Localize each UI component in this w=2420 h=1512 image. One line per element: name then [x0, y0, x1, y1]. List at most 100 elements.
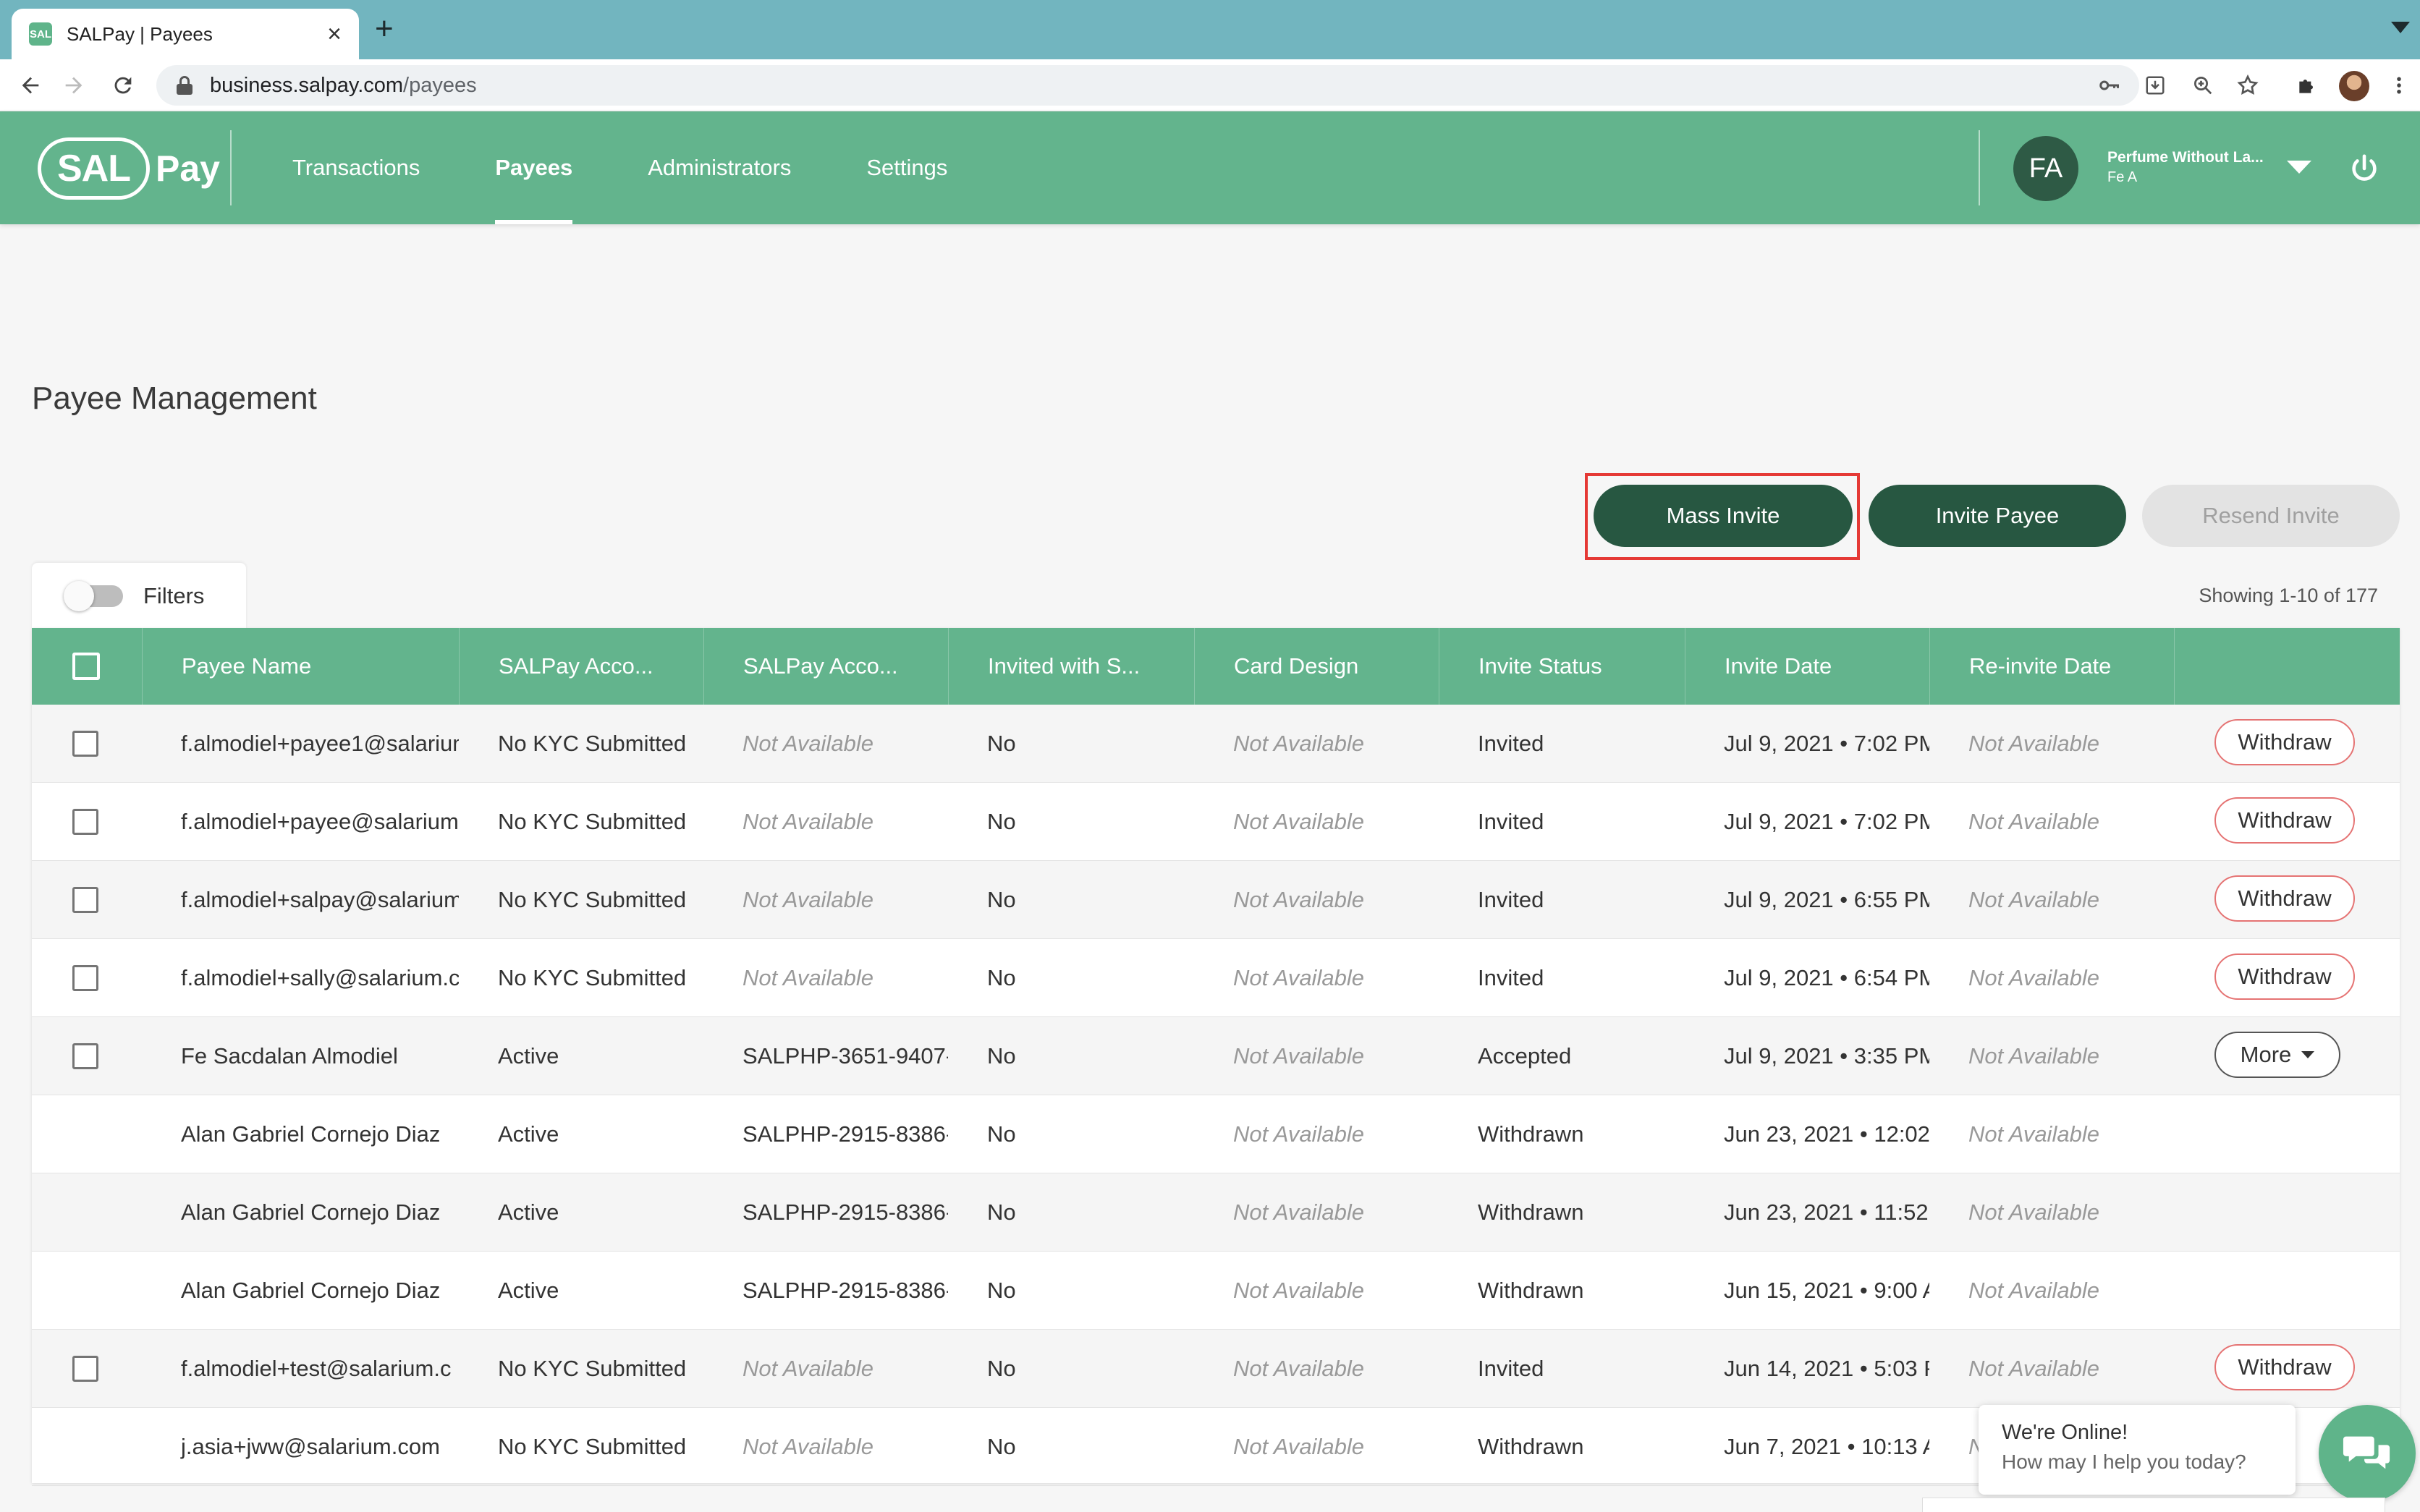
salpay-logo[interactable]: SAL Pay	[38, 137, 220, 200]
close-icon[interactable]: ×	[327, 22, 342, 46]
user-avatar[interactable]: FA	[2013, 136, 2078, 201]
column-header-salpay-account-number[interactable]: SALPay Acco...	[703, 628, 948, 705]
invite-payee-button[interactable]: Invite Payee	[1869, 485, 2126, 547]
browser-menu-icon[interactable]	[2388, 72, 2410, 98]
browser-tab[interactable]: SAL SALPay | Payees ×	[12, 9, 359, 59]
reload-icon[interactable]	[106, 68, 140, 103]
table-row[interactable]: f.almodiel+salpay@salarium No KYC Submitt…	[32, 861, 2400, 939]
cell-account-status: No KYC Submitted	[498, 1434, 687, 1459]
table-row[interactable]: Alan Gabriel Cornejo Diaz Active SALPHP-29…	[32, 1252, 2400, 1330]
nav-administrators[interactable]: Administrators	[648, 111, 791, 224]
main-nav: Transactions Payees Administrators Setti…	[292, 111, 1023, 224]
cell-account-status: No KYC Submitted	[498, 809, 687, 834]
withdraw-button[interactable]: Withdraw	[2214, 797, 2355, 844]
table-row[interactable]: f.almodiel+payee1@salarium No KYC Submitt…	[32, 705, 2400, 783]
table-row[interactable]: Alan Gabriel Cornejo Diaz Active SALPHP-29…	[32, 1095, 2400, 1173]
cell-invite-date: Jun 23, 2021 • 12:02	[1724, 1121, 1929, 1147]
cell-account-number: Not Available	[742, 809, 873, 834]
withdraw-button[interactable]: Withdraw	[2214, 954, 2355, 1000]
cell-invited-with: No	[987, 965, 1016, 990]
row-checkbox[interactable]	[72, 731, 98, 757]
cell-card-design: Not Available	[1233, 1356, 1364, 1381]
browser-toolbar: business.salpay.com/payees	[0, 59, 2420, 111]
withdraw-button[interactable]: Withdraw	[2214, 719, 2355, 765]
cell-invite-date: Jun 23, 2021 • 11:52	[1724, 1199, 1929, 1225]
column-header-reinvite-date[interactable]: Re-invite Date	[1929, 628, 2174, 705]
row-checkbox[interactable]	[72, 887, 98, 913]
select-all-checkbox[interactable]	[72, 653, 100, 680]
withdraw-button[interactable]: Withdraw	[2214, 1344, 2355, 1390]
cell-invite-status: Invited	[1478, 887, 1544, 912]
cell-card-design: Not Available	[1233, 1199, 1364, 1225]
cell-invite-status: Withdrawn	[1478, 1278, 1584, 1303]
bookmark-star-icon[interactable]	[2235, 72, 2261, 98]
power-logout-icon[interactable]	[2348, 152, 2381, 185]
column-header-salpay-account-status[interactable]: SALPay Acco...	[459, 628, 703, 705]
back-arrow-icon[interactable]	[13, 68, 48, 103]
cell-account-number: Not Available	[742, 1434, 873, 1459]
tab-search-chevron-icon[interactable]	[2391, 22, 2410, 33]
address-bar[interactable]: business.salpay.com/payees	[156, 65, 2139, 106]
cell-invite-date: Jul 9, 2021 • 6:54 PM	[1724, 965, 1929, 990]
cell-invite-date: Jun 14, 2021 • 5:03 P	[1724, 1356, 1929, 1381]
org-name[interactable]: Perfume Without La...	[2107, 149, 2264, 166]
forward-arrow-icon[interactable]	[56, 68, 91, 103]
nav-settings[interactable]: Settings	[866, 111, 947, 224]
user-name: Fe A	[2107, 169, 2138, 185]
profile-avatar-icon[interactable]	[2339, 71, 2369, 101]
cell-invited-with: No	[987, 1434, 1016, 1459]
table-row[interactable]: f.almodiel+payee@salarium No KYC Submitte…	[32, 783, 2400, 861]
column-header-invited-with[interactable]: Invited with S...	[948, 628, 1194, 705]
cell-reinvite-date: Not Available	[1968, 1121, 2099, 1147]
withdraw-button[interactable]: Withdraw	[2214, 875, 2355, 922]
table-row[interactable]: Fe Sacdalan Almodiel Active SALPHP-3651-94…	[32, 1017, 2400, 1095]
cell-account-status: Active	[498, 1278, 559, 1303]
filters-toggle[interactable]	[64, 581, 123, 611]
new-tab-plus-icon[interactable]: +	[375, 13, 394, 45]
row-checkbox[interactable]	[72, 965, 98, 991]
cell-account-status: No KYC Submitted	[498, 965, 687, 990]
row-checkbox[interactable]	[72, 1356, 98, 1382]
more-button[interactable]: More	[2214, 1032, 2340, 1078]
logo-pay-text: Pay	[156, 148, 220, 189]
header-divider-right	[1979, 130, 1980, 205]
cell-reinvite-date: Not Available	[1968, 1356, 2099, 1381]
lock-icon[interactable]	[177, 76, 192, 95]
browser-tab-bar: SAL SALPay | Payees × +	[0, 0, 2420, 59]
row-checkbox[interactable]	[72, 1043, 98, 1069]
column-header-card-design[interactable]: Card Design	[1194, 628, 1439, 705]
cell-payee-name: f.almodiel+payee1@salarium	[181, 731, 459, 756]
cell-account-number: SALPHP-2915-8386-	[742, 1121, 948, 1147]
column-header-payee-name[interactable]: Payee Name	[142, 628, 459, 705]
install-app-icon[interactable]	[2142, 72, 2168, 98]
cell-invite-status: Withdrawn	[1478, 1434, 1584, 1459]
filters-tab[interactable]: Filters	[32, 563, 246, 629]
nav-transactions[interactable]: Transactions	[292, 111, 420, 224]
mass-invite-button[interactable]: Mass Invite	[1594, 485, 1853, 547]
cell-account-number: SALPHP-2915-8386-	[742, 1278, 948, 1303]
chat-greeting-bubble[interactable]: We're Online! How may I help you today?	[1979, 1405, 2296, 1495]
cell-reinvite-date: Not Available	[1968, 809, 2099, 834]
chat-launcher-button[interactable]	[2319, 1405, 2416, 1502]
cell-invited-with: No	[987, 1278, 1016, 1303]
column-header-invite-status[interactable]: Invite Status	[1439, 628, 1685, 705]
cell-invite-date: Jun 7, 2021 • 10:13 A	[1724, 1434, 1929, 1459]
cell-invited-with: No	[987, 731, 1016, 756]
table-row[interactable]: f.almodiel+test@salarium.c No KYC Submitt…	[32, 1330, 2400, 1408]
nav-payees[interactable]: Payees	[495, 111, 572, 224]
cell-invite-status: Withdrawn	[1478, 1121, 1584, 1147]
resend-invite-button[interactable]: Resend Invite	[2142, 485, 2400, 547]
org-dropdown-chevron-icon[interactable]	[2287, 161, 2311, 174]
table-row[interactable]: Alan Gabriel Cornejo Diaz Active SALPHP-29…	[32, 1173, 2400, 1252]
tab-title: SALPay | Payees	[67, 22, 213, 45]
extensions-puzzle-icon[interactable]	[2294, 72, 2320, 98]
table-row[interactable]: f.almodiel+sally@salarium.c No KYC Submit…	[32, 939, 2400, 1017]
cell-payee-name: Alan Gabriel Cornejo Diaz	[181, 1278, 441, 1303]
cell-invite-status: Invited	[1478, 1356, 1544, 1381]
zoom-icon[interactable]	[2190, 72, 2216, 98]
row-checkbox[interactable]	[72, 809, 98, 835]
key-icon[interactable]	[2096, 72, 2122, 98]
cell-payee-name: f.almodiel+payee@salarium	[181, 809, 459, 834]
column-header-invite-date[interactable]: Invite Date	[1685, 628, 1929, 705]
cell-card-design: Not Available	[1233, 887, 1364, 912]
